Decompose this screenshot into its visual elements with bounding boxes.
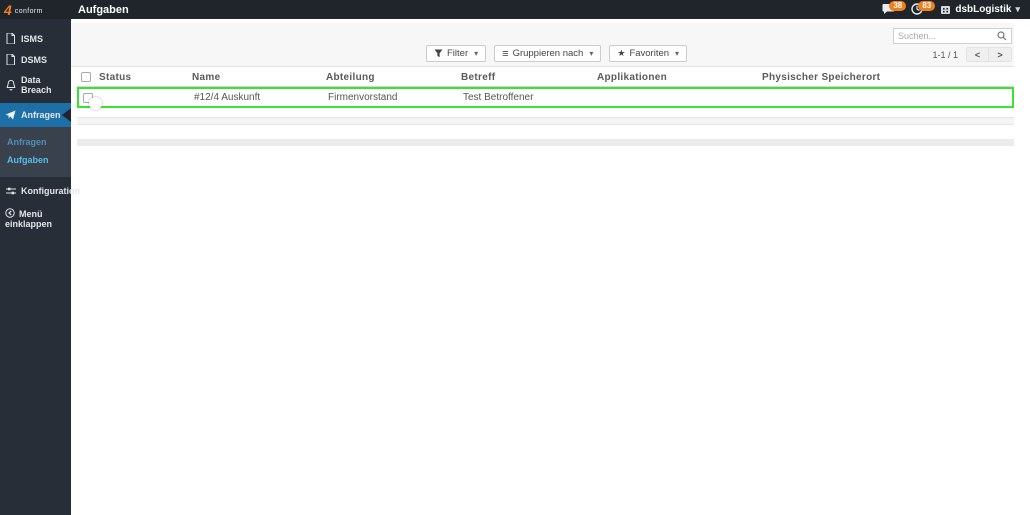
- favorites-button[interactable]: ★ Favoriten ▾: [609, 45, 688, 62]
- chevron-down-icon: ▾: [675, 49, 680, 58]
- sidebar-subitem-anfragen[interactable]: Anfragen: [0, 133, 71, 151]
- sidebar-item-label: Data Breach: [21, 75, 52, 95]
- chevron-down-icon: ▾: [474, 49, 479, 58]
- search-input[interactable]: [898, 31, 997, 41]
- table-row[interactable]: #12/4 Auskunft Firmenvorstand Test Betro…: [77, 87, 1014, 110]
- document-icon: [5, 54, 16, 65]
- bell-icon: [5, 79, 16, 91]
- company-menu[interactable]: dsbLogistik ▾: [940, 4, 1020, 15]
- activities-button[interactable]: 83: [911, 1, 936, 16]
- logo-text: conform: [14, 7, 43, 15]
- funnel-icon: [434, 49, 443, 58]
- collapse-circle-icon: [5, 208, 15, 218]
- chevron-down-icon: ▾: [589, 49, 594, 58]
- search-icon[interactable]: [997, 31, 1007, 41]
- favorites-label: Favoriten: [629, 48, 670, 59]
- pager-prev-button[interactable]: <: [966, 47, 989, 62]
- main-content: Filter ▾ ≡ Gruppieren nach ▾ ★ Favoriten…: [71, 19, 1030, 515]
- sidebar-item-label: ISMS: [21, 33, 44, 44]
- sidebar-subitem-aufgaben[interactable]: Aufgaben: [0, 151, 71, 169]
- sidebar-submenu: Anfragen Aufgaben: [0, 127, 71, 177]
- column-header-speicherort[interactable]: Physischer Speicherort: [762, 72, 1014, 83]
- sidebar-item-label: Konfiguration: [21, 186, 80, 196]
- pager: 1-1 / 1 < >: [932, 47, 1012, 62]
- topbar-right: 38 83 dsbLogistik ▾: [882, 1, 1030, 16]
- company-icon: [940, 5, 951, 15]
- sidebar: ISMS DSMS Data Breach Anfragen Anfragen …: [0, 19, 80, 515]
- column-header-betreff[interactable]: Betreff: [461, 72, 597, 83]
- sidebar-item-anfragen[interactable]: Anfragen: [0, 103, 71, 127]
- control-panel: Filter ▾ ≡ Gruppieren nach ▾ ★ Favoriten…: [71, 23, 1014, 67]
- page-title: Aufgaben: [78, 3, 129, 16]
- column-header-name[interactable]: Name: [192, 72, 326, 83]
- empty-row-stripe: [77, 117, 1014, 125]
- notifications-button[interactable]: 38: [882, 1, 907, 16]
- sliders-icon: [5, 186, 16, 196]
- topbar: 4 conform Aufgaben 38 83 dsbLogistik ▾: [0, 0, 1030, 19]
- document-icon: [5, 33, 16, 44]
- list-lines-icon: ≡: [502, 47, 509, 60]
- filter-button[interactable]: Filter ▾: [426, 45, 487, 62]
- column-header-status[interactable]: Status: [99, 72, 192, 83]
- empty-row-stripe: [77, 139, 1014, 146]
- cell-abteilung[interactable]: Firmenvorstand: [328, 92, 463, 103]
- app-logo[interactable]: 4 conform: [0, 0, 71, 19]
- pager-next-button[interactable]: >: [989, 47, 1012, 62]
- sidebar-item-data-breach[interactable]: Data Breach: [0, 70, 71, 100]
- cell-name[interactable]: #12/4 Auskunft: [194, 92, 328, 103]
- chevron-down-icon: ▾: [1015, 4, 1020, 14]
- sidebar-item-label: Anfragen: [21, 110, 61, 120]
- star-icon: ★: [617, 48, 626, 58]
- sidebar-item-isms[interactable]: ISMS: [0, 28, 71, 49]
- groupby-button[interactable]: ≡ Gruppieren nach ▾: [494, 45, 602, 62]
- cell-betreff[interactable]: Test Betroffener: [463, 92, 599, 103]
- filter-label: Filter: [447, 48, 469, 59]
- column-header-applikationen[interactable]: Applikationen: [597, 72, 762, 83]
- notifications-badge: 38: [889, 1, 907, 11]
- company-name: dsbLogistik: [955, 4, 1012, 15]
- column-header-abteilung[interactable]: Abteilung: [326, 72, 461, 83]
- sidebar-item-collapse-menu[interactable]: Menü einklappen: [0, 201, 60, 234]
- table-header: Status Name Abteilung Betreff Applikatio…: [77, 68, 1014, 87]
- sidebar-item-label: DSMS: [21, 54, 48, 65]
- activities-badge: 83: [918, 1, 936, 11]
- paper-plane-icon: [5, 110, 16, 120]
- sidebar-item-konfiguration[interactable]: Konfiguration: [0, 181, 80, 201]
- select-all-checkbox[interactable]: [81, 72, 91, 82]
- logo-mark-icon: 4: [4, 1, 12, 18]
- sidebar-item-dsms[interactable]: DSMS: [0, 49, 71, 70]
- view-controls: Filter ▾ ≡ Gruppieren nach ▾ ★ Favoriten…: [426, 45, 688, 62]
- pager-range: 1-1 / 1: [932, 49, 958, 60]
- groupby-label: Gruppieren nach: [512, 48, 584, 59]
- search-box: [893, 28, 1012, 44]
